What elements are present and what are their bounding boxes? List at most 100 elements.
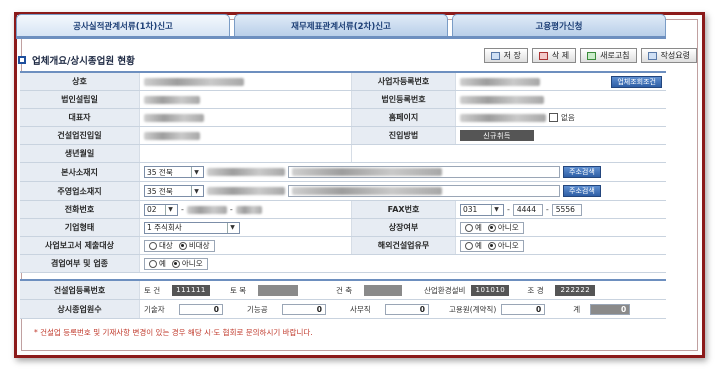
- empty-cell: [352, 145, 666, 162]
- section-title: 업체개요/상시종업원 현황: [32, 56, 135, 67]
- save-button[interactable]: 저 장: [483, 48, 528, 63]
- delete-label: 삭 제: [551, 51, 570, 60]
- staff-label: 상시종업원수: [20, 300, 140, 318]
- total-label: 계: [573, 304, 581, 314]
- fax-mid-input[interactable]: 4444: [512, 203, 543, 216]
- report-non-target-radio[interactable]: [178, 241, 187, 250]
- company-name-label: 상호: [20, 73, 140, 90]
- biz-reg-no-value: 업체조회조건: [456, 73, 666, 90]
- company-name-value: [140, 73, 352, 90]
- guide-button[interactable]: 작성요령: [640, 48, 697, 63]
- report-target-radio[interactable]: [149, 241, 157, 250]
- total-count: 0: [590, 303, 631, 315]
- tab-employment-evaluation[interactable]: 고용평가신청: [452, 14, 666, 36]
- office-label: 사무직: [350, 304, 371, 314]
- corp-est-date-value: [140, 91, 352, 108]
- chevron-down-icon: ▼: [165, 204, 175, 215]
- listed-yes-radio[interactable]: [465, 223, 473, 232]
- chevron-down-icon: ▼: [191, 167, 201, 177]
- fax-last-input[interactable]: 5556: [551, 203, 582, 216]
- tab-construction-record[interactable]: 공사실적관계서류(1차)신고: [16, 14, 230, 36]
- phone-area-value: 02: [147, 205, 157, 214]
- overseas-value: 예 아니오: [456, 237, 666, 254]
- overseas-no-radio[interactable]: [487, 241, 496, 250]
- hq-address-value: 35 전북 ▼ 주소검색: [140, 163, 666, 181]
- phone-label: 전화번호: [20, 201, 140, 218]
- refresh-label: 새로고침: [600, 51, 630, 60]
- construction-entry-label: 건설업진입일: [20, 127, 140, 144]
- save-label: 저 장: [503, 51, 521, 60]
- hq-address-input[interactable]: [288, 166, 560, 178]
- form-row-main-office: 주영업소재지 35 전북 ▼ 주소검색: [20, 182, 666, 201]
- ceo-label: 대표자: [20, 109, 140, 126]
- tab-financial-statements[interactable]: 재무제표관계서류(2차)신고: [234, 14, 448, 36]
- report-target-label: 대상: [159, 241, 173, 250]
- concurrent-yes-label: 예: [159, 259, 166, 268]
- registry-label: 건설업등록번호: [20, 281, 140, 299]
- building-no: [364, 284, 402, 296]
- form-row-corp: 법인설립일 법인등록번호: [20, 91, 666, 109]
- form-row-report: 사업보고서 제출대상 대상 비대상 해외건설업유무 예 아니오: [20, 237, 666, 255]
- overseas-yes-radio[interactable]: [465, 241, 473, 250]
- biz-report-value: 대상 비대상: [140, 237, 352, 254]
- civil-no: 111111: [172, 284, 210, 296]
- biz-reg-lookup-button[interactable]: 업체조회조건: [611, 75, 662, 88]
- listed-no-radio[interactable]: [487, 223, 496, 232]
- entry-method-field: 신규취득: [460, 130, 534, 141]
- industrial-label: 산업환경설비: [424, 285, 466, 295]
- form-row-concurrent: 겸업여부 및 업종 예 아니오: [20, 255, 666, 273]
- delete-button[interactable]: 삭 제: [531, 48, 577, 63]
- listed-label: 상장여부: [352, 219, 456, 236]
- registry-value: 토 건 111111 토 목 건 축 산업환경설비 101010 조 경 222…: [140, 281, 666, 299]
- overseas-label: 해외건설업유무: [352, 237, 456, 254]
- main-office-input[interactable]: [288, 185, 560, 197]
- entry-method-value: 신규취득: [456, 127, 666, 144]
- corp-reg-no-label: 법인등록번호: [352, 91, 456, 108]
- fax-area-select[interactable]: 031 ▼: [460, 203, 504, 216]
- technician-label: 기술자: [144, 304, 165, 314]
- office-count[interactable]: 0: [385, 303, 429, 315]
- main-region-value: 35 전북: [147, 186, 173, 196]
- form-row-type: 기업형태 1 주식회사 ▼ 상장여부 예 아니오: [20, 219, 666, 237]
- skilled-count[interactable]: 0: [282, 303, 326, 315]
- floppy-disk-icon: [490, 51, 500, 60]
- concurrent-radio-group: 예 아니오: [144, 257, 208, 270]
- skilled-label: 기능공: [247, 304, 268, 314]
- corp-est-date-label: 법인설립일: [20, 91, 140, 108]
- phone-value: 02 ▼ - -: [140, 201, 352, 218]
- main-region-select[interactable]: 35 전북 ▼: [144, 185, 204, 197]
- company-type-select[interactable]: 1 주식회사 ▼: [144, 221, 240, 234]
- earthwork-label: 토 목: [230, 285, 247, 295]
- hq-region-select[interactable]: 35 전북 ▼: [144, 166, 204, 178]
- contract-label: 고용원(계약직): [449, 304, 497, 314]
- overseas-no-label: 아니오: [497, 241, 519, 250]
- chevron-down-icon: ▼: [191, 186, 201, 196]
- concurrent-yes-radio[interactable]: [149, 259, 157, 268]
- staff-row: 상시종업원수 기술자 0 기능공 0 사무직 0 고용원(계약직) 0 계 0: [20, 300, 666, 319]
- registry-block: 건설업등록번호 토 건 111111 토 목 건 축 산업환경설비 101010…: [20, 279, 666, 319]
- notice-text: * 건설업 등록번호 및 기재사항 변경이 있는 경우 해당 시·도 협회로 문…: [34, 328, 313, 337]
- technician-count[interactable]: 0: [179, 303, 223, 315]
- refresh-button[interactable]: 새로고침: [580, 48, 637, 63]
- ceo-value: [140, 109, 352, 126]
- fax-value: 031 ▼ - 4444 - 5556: [456, 201, 666, 218]
- concurrent-no-radio[interactable]: [171, 259, 180, 268]
- phone-area-select[interactable]: 02 ▼: [144, 203, 178, 216]
- building-label: 건 축: [336, 285, 353, 295]
- section-bullet-icon: [18, 56, 26, 64]
- landscape-no: 222222: [555, 284, 596, 296]
- form-row-company: 상호 사업자등록번호 업체조회조건: [20, 73, 666, 91]
- hq-address-label: 본사소재지: [20, 163, 140, 181]
- homepage-none-checkbox[interactable]: [549, 113, 558, 122]
- delete-icon: [538, 51, 548, 60]
- toolbar: 저 장 삭 제 새로고침 작성요령: [483, 48, 697, 63]
- homepage-value: 없음: [456, 109, 666, 126]
- corp-reg-no-value: [456, 91, 666, 108]
- main-address-search-button[interactable]: 주소검색: [563, 185, 601, 197]
- tab-bar: 공사실적관계서류(1차)신고 재무제표관계서류(2차)신고 고용평가신청: [16, 14, 666, 36]
- contract-count[interactable]: 0: [501, 303, 546, 315]
- hq-address-search-button[interactable]: 주소검색: [563, 166, 601, 178]
- company-type-value: 1 주식회사 ▼: [140, 219, 352, 236]
- company-form: 상호 사업자등록번호 업체조회조건 법인설립일 법인등록번호 대표자 홈페이지 …: [20, 71, 666, 319]
- birth-date-value: [140, 145, 352, 162]
